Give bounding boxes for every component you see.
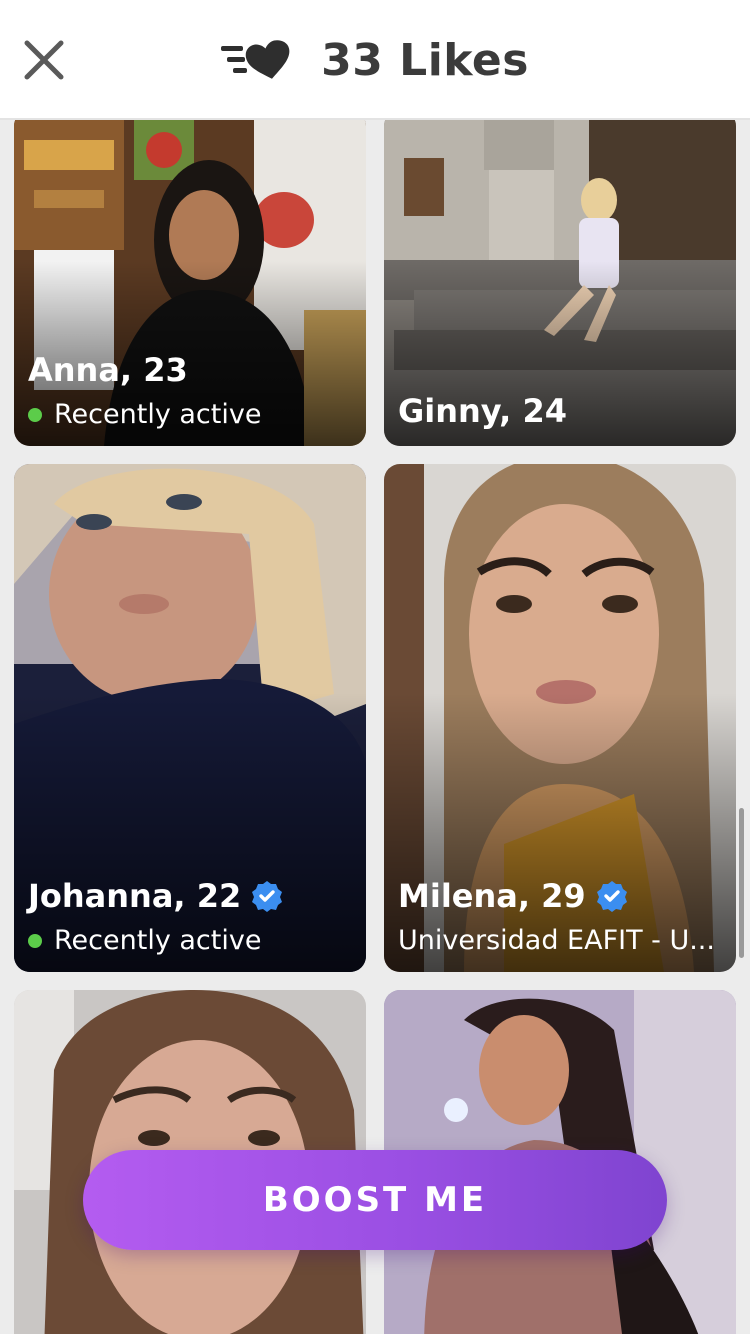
profile-card[interactable]: Anna, 23 Recently active bbox=[14, 120, 366, 446]
profile-name: Johanna, 22 bbox=[28, 877, 242, 915]
profile-status: Recently active bbox=[54, 925, 262, 956]
verified-badge-icon bbox=[252, 881, 283, 912]
card-info: Johanna, 22 Recently active bbox=[28, 877, 356, 956]
title-group: 33 Likes bbox=[0, 32, 750, 88]
card-info: Anna, 23 Recently active bbox=[28, 351, 356, 430]
profile-card[interactable]: Ginny, 24 bbox=[384, 120, 736, 446]
profile-name: Anna, 23 bbox=[28, 351, 188, 389]
likes-heart-icon bbox=[221, 40, 290, 79]
boost-me-button[interactable]: BOOST ME bbox=[83, 1150, 667, 1250]
active-status-dot bbox=[28, 933, 42, 948]
page-title: 33 Likes bbox=[321, 34, 529, 86]
profile-name: Ginny, 24 bbox=[398, 392, 567, 430]
profile-school: Universidad EAFIT - U... bbox=[398, 925, 715, 956]
profile-card[interactable]: Johanna, 22 Recently active bbox=[14, 464, 366, 972]
profile-status: Recently active bbox=[54, 399, 262, 430]
scrollbar[interactable] bbox=[739, 808, 744, 958]
verified-badge-icon bbox=[596, 881, 627, 912]
profile-name: Milena, 29 bbox=[398, 877, 586, 915]
profile-card[interactable]: Milena, 29 Universidad EAFIT - U... bbox=[384, 464, 736, 972]
card-info: Milena, 29 Universidad EAFIT - U... bbox=[398, 877, 726, 956]
card-info: Ginny, 24 bbox=[398, 392, 726, 430]
active-status-dot bbox=[28, 407, 42, 422]
header-bar: 33 Likes bbox=[0, 0, 750, 120]
